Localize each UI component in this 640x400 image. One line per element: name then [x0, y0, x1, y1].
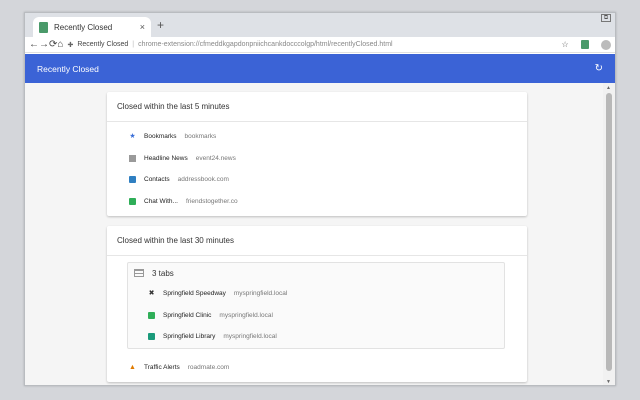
- list-item[interactable]: ★ Bookmarks bookmarks: [107, 126, 527, 148]
- browser-toolbar: ← → ⟳ ⌂ ✚ Recently Closed | chrome-exten…: [25, 37, 615, 53]
- item-domain: myspringfield.local: [219, 311, 273, 319]
- main-content: Closed within the last 5 minutes ★ Bookm…: [25, 83, 605, 385]
- extension-puzzle-icon: ✚: [67, 41, 74, 49]
- section-heading: Closed within the last 30 minutes: [107, 226, 527, 256]
- item-title: Headline News: [144, 154, 188, 162]
- tab-close-icon[interactable]: ×: [140, 22, 145, 32]
- list-item[interactable]: Contacts addressbook.com: [107, 169, 527, 191]
- tab-group-label: 3 tabs: [152, 268, 174, 278]
- library-icon: [148, 333, 155, 341]
- tab-group[interactable]: 3 tabs ✖ Springfield Speedway myspringfi…: [127, 262, 505, 349]
- clinic-icon: [148, 311, 155, 319]
- vertical-scrollbar[interactable]: ▲ ▼: [603, 83, 615, 385]
- tab-title: Recently Closed: [54, 22, 113, 32]
- item-domain: myspringfield.local: [223, 333, 277, 341]
- new-tab-button[interactable]: +: [157, 18, 164, 32]
- forward-arrow-icon[interactable]: →: [39, 39, 49, 50]
- tabs-list-icon: [134, 269, 144, 277]
- toolbar-actions: ☆ ⋮: [555, 39, 615, 50]
- section-card-5-minutes: Closed within the last 5 minutes ★ Bookm…: [107, 92, 527, 216]
- list-item[interactable]: ▲ Traffic Alerts roadmate.com: [107, 357, 527, 379]
- item-title: Springfield Speedway: [163, 290, 226, 298]
- address-separator: |: [132, 41, 135, 48]
- item-domain: event24.news: [195, 154, 236, 162]
- item-title: Springfield Library: [163, 333, 216, 341]
- item-domain: addressbook.com: [177, 176, 229, 184]
- section-card-30-minutes: Closed within the last 30 minutes 3 tabs…: [107, 226, 527, 382]
- speedway-icon: ✖: [148, 290, 155, 298]
- profile-avatar-icon[interactable]: [600, 39, 611, 50]
- address-site-label: Recently Closed: [77, 41, 129, 48]
- star-icon: ★: [129, 133, 136, 141]
- tab-strip: Recently Closed × + ⧉: [25, 13, 615, 37]
- item-title: Bookmarks: [144, 133, 177, 141]
- item-domain: myspringfield.local: [233, 290, 288, 298]
- extension-favicon-icon: [39, 21, 48, 33]
- window-restore-icon[interactable]: ⧉: [601, 14, 611, 22]
- bookmark-star-icon[interactable]: ☆: [561, 40, 568, 49]
- browser-window: Recently Closed × + ⧉ ← → ⟳ ⌂ ✚ Recently…: [24, 12, 616, 386]
- browser-tab[interactable]: Recently Closed ×: [33, 17, 151, 37]
- scroll-up-icon[interactable]: ▲: [606, 85, 611, 91]
- app-title: Recently Closed: [37, 63, 99, 74]
- address-url: chrome-extension://cfmeddkgapdonpniichca…: [138, 41, 393, 48]
- item-title: Springfield Clinic: [163, 311, 212, 319]
- item-title: Traffic Alerts: [144, 363, 180, 371]
- section-heading: Closed within the last 5 minutes: [107, 92, 527, 122]
- item-domain: roadmate.com: [187, 363, 230, 371]
- home-icon[interactable]: ⌂: [57, 39, 63, 50]
- reload-icon[interactable]: ⟳: [49, 39, 57, 50]
- back-arrow-icon[interactable]: ←: [29, 39, 39, 50]
- item-domain: bookmarks: [184, 133, 217, 141]
- list-item[interactable]: ✖ Springfield Speedway myspringfield.loc…: [128, 283, 504, 305]
- item-title: Contacts: [144, 176, 170, 184]
- item-title: Chat With...: [144, 197, 178, 205]
- scrollbar-thumb[interactable]: [606, 93, 612, 371]
- news-icon: [129, 154, 136, 162]
- list-item[interactable]: Chat With... friendstogether.co: [107, 191, 527, 213]
- list-item[interactable]: Springfield Library myspringfield.local: [128, 326, 504, 348]
- list-item[interactable]: Headline News event24.news: [107, 148, 527, 170]
- address-bar[interactable]: ✚ Recently Closed | chrome-extension://c…: [67, 39, 519, 51]
- traffic-cone-icon: ▲: [129, 363, 136, 371]
- app-header: Recently Closed ↻: [25, 54, 615, 83]
- list-item[interactable]: Springfield Clinic myspringfield.local: [128, 305, 504, 327]
- extension-button-icon[interactable]: [580, 40, 589, 49]
- tab-group-header[interactable]: 3 tabs: [128, 263, 504, 283]
- chat-icon: [129, 197, 136, 205]
- contacts-icon: [129, 176, 136, 184]
- refresh-icon[interactable]: ↻: [595, 63, 603, 74]
- item-domain: friendstogether.co: [185, 197, 238, 205]
- scroll-down-icon[interactable]: ▼: [606, 379, 611, 385]
